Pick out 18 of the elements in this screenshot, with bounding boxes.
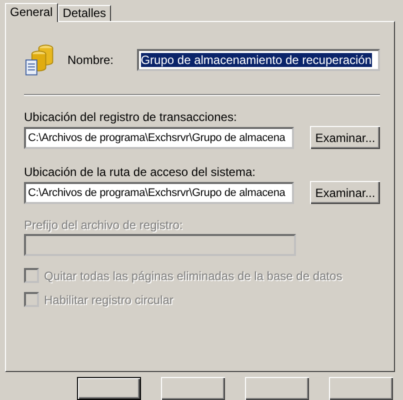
dialog-button[interactable] xyxy=(245,377,309,400)
browse-button[interactable]: Examinar... xyxy=(310,181,380,204)
dialog-button[interactable] xyxy=(77,377,141,400)
browse-button[interactable]: Examinar... xyxy=(310,126,380,149)
path-label: Ubicación de la ruta de acceso del sistema: xyxy=(24,165,256,179)
database-icon xyxy=(24,42,56,78)
path-field[interactable]: C:\Archivos de programa\Exchsrvr\Grupo de almacena xyxy=(24,182,294,204)
checkbox-label: Quitar todas las páginas eliminadas de la base de datos xyxy=(44,268,342,282)
checkbox-label: Habilitar registro circular xyxy=(44,292,174,306)
path-field[interactable]: C:\Archivos de programa\Exchsrvr\Grupo de almacena xyxy=(24,126,294,148)
name-field[interactable]: Grupo de almacenamiento de recuperación xyxy=(136,49,380,71)
tab[interactable]: Detalles xyxy=(58,5,112,21)
name-label: Nombre: xyxy=(68,53,115,67)
path-label: Ubicación del registro de transacciones: xyxy=(24,110,237,124)
prefix-label: Prefijo del archivo de registro: xyxy=(24,218,184,232)
dialog-button[interactable] xyxy=(329,377,393,400)
dialog-button[interactable] xyxy=(161,377,225,400)
tab[interactable]: General xyxy=(5,3,58,22)
